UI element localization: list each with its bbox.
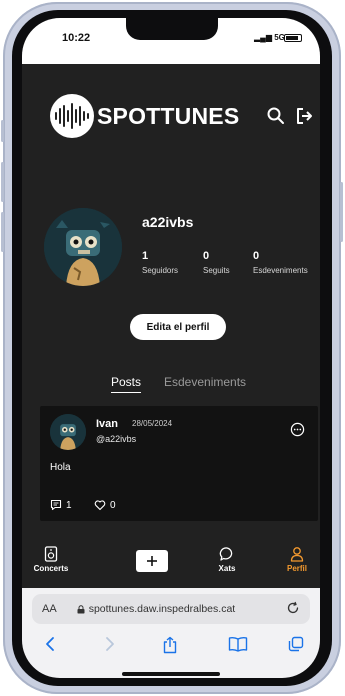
heart-icon xyxy=(94,500,106,511)
search-icon[interactable] xyxy=(266,106,286,126)
reload-icon[interactable] xyxy=(286,601,300,615)
post-avatar[interactable] xyxy=(50,414,86,450)
logout-icon[interactable] xyxy=(294,106,314,126)
post-handle[interactable]: @a22ivbs xyxy=(96,434,136,444)
stat-value: 0 xyxy=(203,250,210,262)
stat-value: 0 xyxy=(253,250,260,262)
soundwave-icon xyxy=(50,94,94,138)
like-button[interactable]: 0 xyxy=(94,499,116,511)
side-button xyxy=(1,162,4,202)
battery-icon xyxy=(284,34,302,42)
tabs-icon[interactable] xyxy=(288,636,304,652)
status-time: 10:22 xyxy=(62,32,91,44)
chat-icon xyxy=(219,547,233,561)
bookmarks-icon[interactable] xyxy=(228,636,248,652)
comment-icon xyxy=(50,499,62,511)
bottom-nav: Concerts Xats Perfil xyxy=(22,540,320,588)
edit-profile-button[interactable]: Edita el perfil xyxy=(130,314,226,340)
more-options-icon[interactable] xyxy=(290,422,305,437)
tab-events[interactable]: Esdeveniments xyxy=(164,375,246,389)
active-tab-indicator xyxy=(111,392,141,393)
forward-icon[interactable] xyxy=(104,636,116,652)
nav-label: Concerts xyxy=(33,564,69,573)
app-name: SPOTTUNES xyxy=(97,102,240,129)
nav-label: Xats xyxy=(218,564,236,573)
comment-count: 1 xyxy=(66,499,72,511)
nav-concerts[interactable]: Concerts xyxy=(26,546,76,573)
post-content: Hola xyxy=(50,462,71,473)
status-bar: 10:22 ▂▄▆ 5G xyxy=(22,18,320,64)
plus-icon xyxy=(147,556,157,566)
post-date: 28/05/2024 xyxy=(132,419,173,428)
camera-notch xyxy=(126,18,218,40)
screen: 10:22 ▂▄▆ 5G SPOTTUNES a22ivbs 1 Seguido… xyxy=(22,18,320,678)
stat-value: 1 xyxy=(142,250,149,262)
browser-chrome: AA spottunes.daw.inspedralbes.cat xyxy=(22,588,320,678)
share-icon[interactable] xyxy=(162,636,178,654)
address-bar[interactable]: AA spottunes.daw.inspedralbes.cat xyxy=(32,594,310,624)
stat-followers[interactable]: 1 Seguidors xyxy=(142,250,178,275)
stat-events[interactable]: 0 Esdeveniments xyxy=(253,250,308,275)
tab-posts[interactable]: Posts xyxy=(111,375,141,389)
side-button xyxy=(340,182,343,242)
back-icon[interactable] xyxy=(44,636,56,652)
stat-label: Seguidors xyxy=(142,266,179,275)
post-card[interactable]: Ivan 28/05/2024 @a22ivbs Hola 1 0 xyxy=(40,406,318,521)
reader-mode-button[interactable]: AA xyxy=(42,603,57,615)
stat-following[interactable]: 0 Seguits xyxy=(203,250,230,275)
stat-label: Seguits xyxy=(203,266,230,275)
url-text: spottunes.daw.inspedralbes.cat xyxy=(88,603,236,615)
speaker-icon xyxy=(44,546,58,562)
stat-label: Esdeveniments xyxy=(253,266,308,275)
add-post-button[interactable] xyxy=(136,550,168,572)
profile-avatar[interactable] xyxy=(44,208,122,286)
like-count: 0 xyxy=(110,499,116,511)
side-button xyxy=(1,120,4,142)
comment-button[interactable]: 1 xyxy=(50,499,72,511)
nav-label: Perfil xyxy=(286,564,307,573)
lock-icon xyxy=(77,604,85,613)
signal-bars-icon: ▂▄▆ xyxy=(254,33,272,42)
user-icon xyxy=(290,547,304,562)
app-logo[interactable]: SPOTTUNES xyxy=(50,94,239,138)
post-author[interactable]: Ivan xyxy=(96,418,118,430)
signal-indicator: ▂▄▆ 5G xyxy=(254,33,285,42)
robot-avatar-image xyxy=(44,208,122,286)
nav-profile[interactable]: Perfil xyxy=(272,546,320,573)
side-button xyxy=(1,212,4,252)
nav-chats[interactable]: Xats xyxy=(202,546,252,573)
home-indicator xyxy=(122,672,220,676)
robot-avatar-image xyxy=(50,414,86,450)
profile-username: a22ivbs xyxy=(142,214,194,230)
